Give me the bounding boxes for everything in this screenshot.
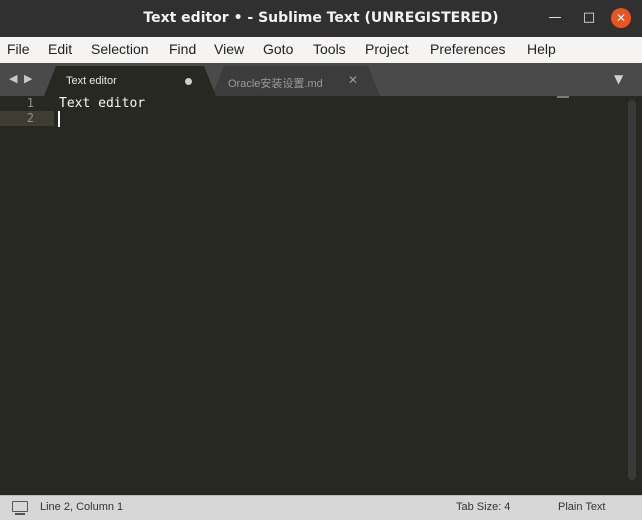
line-gutter: 1 2 bbox=[0, 96, 54, 495]
menu-goto[interactable]: Goto bbox=[263, 41, 293, 57]
tab-label: Text editor bbox=[66, 75, 117, 87]
modified-dot-icon[interactable] bbox=[185, 78, 192, 85]
title-bar: Text editor • - Sublime Text (UNREGISTER… bbox=[0, 0, 642, 37]
menu-project[interactable]: Project bbox=[365, 41, 409, 57]
cursor-position: Line 2, Column 1 bbox=[40, 501, 124, 513]
menu-file[interactable]: File bbox=[7, 41, 30, 57]
tab-size-selector[interactable]: Tab Size: 4 bbox=[456, 501, 510, 513]
line-number: 1 bbox=[26, 96, 34, 110]
maximize-button[interactable]: □ bbox=[579, 8, 599, 28]
close-button[interactable]: ✕ bbox=[611, 8, 631, 28]
code-line[interactable]: Text editor bbox=[59, 96, 145, 111]
tab-prev-icon[interactable]: ◀ bbox=[9, 72, 17, 85]
close-tab-icon[interactable]: ✕ bbox=[348, 73, 358, 87]
tab-next-icon[interactable]: ▶ bbox=[24, 72, 32, 85]
menu-tools[interactable]: Tools bbox=[313, 41, 346, 57]
menu-selection[interactable]: Selection bbox=[91, 41, 149, 57]
menu-find[interactable]: Find bbox=[169, 41, 196, 57]
console-icon[interactable] bbox=[12, 501, 28, 515]
menu-help[interactable]: Help bbox=[527, 41, 556, 57]
tab-text-editor[interactable]: Text editor bbox=[44, 66, 216, 96]
vertical-scrollbar[interactable] bbox=[628, 100, 636, 480]
tab-bar: ◀ ▶ Oracle安装设置.md ✕ Text editor bbox=[0, 63, 642, 96]
tab-dropdown-icon[interactable]: ▼ bbox=[614, 72, 623, 86]
text-caret bbox=[58, 111, 60, 127]
line-number: 2 bbox=[26, 111, 34, 125]
menu-edit[interactable]: Edit bbox=[48, 41, 72, 57]
syntax-selector[interactable]: Plain Text bbox=[558, 501, 606, 513]
status-bar: Line 2, Column 1 Tab Size: 4 Plain Text bbox=[0, 495, 642, 520]
menu-preferences[interactable]: Preferences bbox=[430, 41, 505, 57]
minimap[interactable] bbox=[557, 96, 569, 98]
tab-label: Oracle安装设置.md bbox=[228, 78, 323, 90]
menu-bar: File Edit Selection Find View Goto Tools… bbox=[0, 37, 642, 64]
minimize-button[interactable]: — bbox=[545, 8, 565, 28]
menu-view[interactable]: View bbox=[214, 41, 244, 57]
editor-area[interactable]: 1 2 Text editor bbox=[0, 96, 642, 495]
tab-oracle-md[interactable]: Oracle安装设置.md ✕ bbox=[212, 66, 380, 96]
